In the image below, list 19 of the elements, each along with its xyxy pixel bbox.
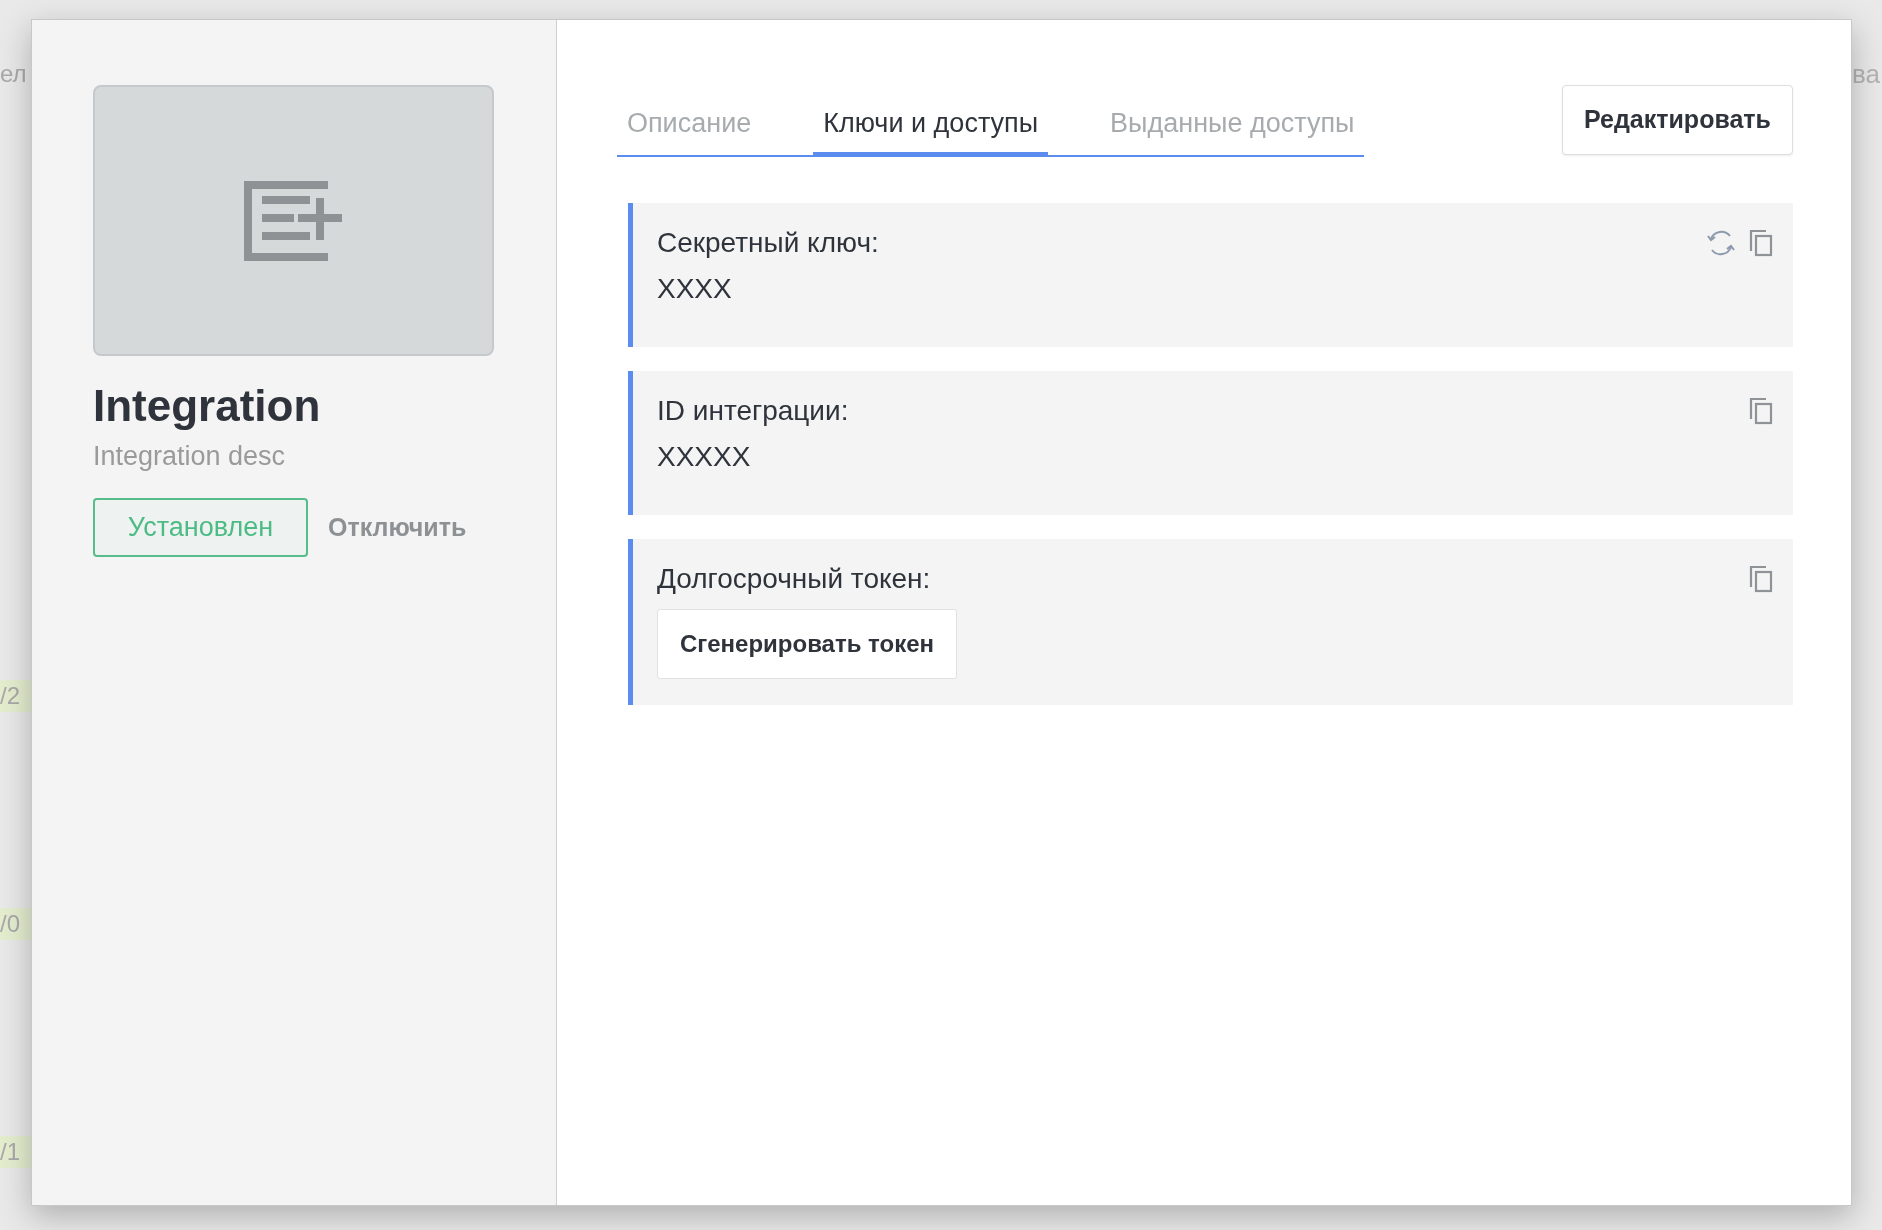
field-value: XXXX: [657, 272, 732, 306]
field-value: XXXXX: [657, 440, 751, 474]
copy-icon[interactable]: [1749, 229, 1773, 257]
tab[interactable]: Ключи и доступы: [813, 95, 1049, 157]
integration-title: Integration: [93, 380, 322, 432]
background-text: /2: [0, 680, 31, 712]
copy-icon[interactable]: [1749, 397, 1773, 425]
edit-button[interactable]: Редактировать: [1562, 85, 1793, 155]
status-badge: Установлен: [93, 498, 308, 557]
field-label: Долгосрочный токен:: [657, 562, 931, 596]
integration-description: Integration desc: [93, 440, 287, 473]
copy-icon[interactable]: [1749, 565, 1773, 593]
generate-token-button[interactable]: Сгенерировать токен: [657, 609, 957, 679]
field-label: Секретный ключ:: [657, 226, 879, 260]
background-text: /1: [0, 1136, 31, 1168]
background-text: ел: [0, 59, 28, 89]
refresh-icon[interactable]: [1705, 229, 1737, 257]
field-label: ID интеграции:: [657, 394, 849, 428]
background-text: /0: [0, 908, 31, 940]
